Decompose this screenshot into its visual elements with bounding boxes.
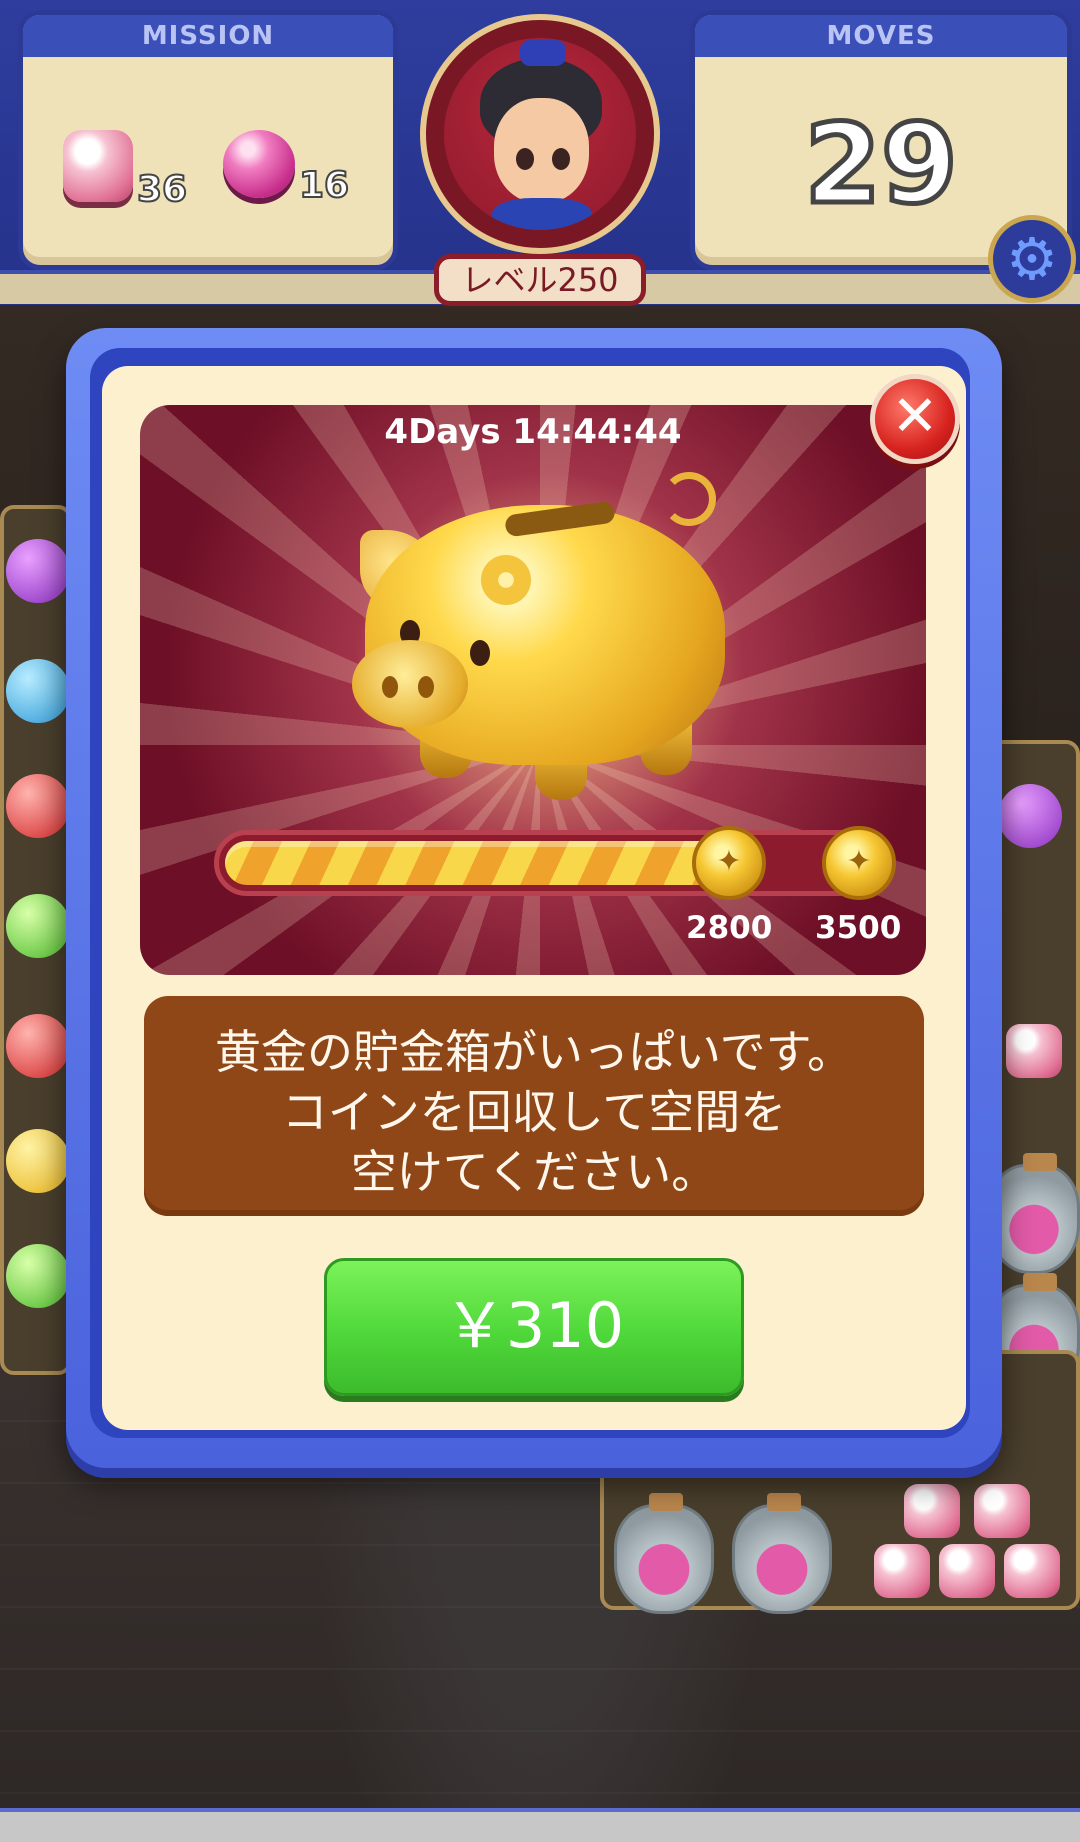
blue-candy-icon (6, 659, 70, 723)
mission-goal-marshmallow: 36 (63, 130, 188, 211)
yellow-candy-icon (6, 1129, 70, 1193)
grape-candy-icon (998, 784, 1062, 848)
moves-count: 29 (802, 98, 960, 231)
green-candy-icon (6, 894, 70, 958)
marshmallow-candy-icon (1004, 1544, 1060, 1598)
red-candy-icon (6, 1014, 70, 1078)
green-candy-icon (6, 1244, 70, 1308)
close-button[interactable]: ✕ (870, 374, 960, 464)
board-left-column (0, 505, 72, 1375)
candy-jar-icon (614, 1493, 714, 1614)
mission-label: MISSION (23, 15, 393, 57)
player-avatar (420, 14, 660, 254)
pig-nostril (382, 676, 398, 698)
avatar-bow (520, 40, 566, 66)
coin-icon: ✦ (822, 826, 896, 900)
marshmallow-candy-icon (63, 130, 133, 202)
marshmallow-candy-icon (1006, 1024, 1062, 1078)
message-line: 黄金の貯金箱がいっぱいです。 (214, 1025, 854, 1079)
flower-icon (476, 552, 536, 608)
avatar-portrait (444, 38, 636, 230)
mission-goal-lollipop: 16 (223, 130, 350, 207)
marshmallow-candy-icon (874, 1544, 930, 1598)
level-badge: レベル250 (434, 254, 646, 306)
grape-candy-icon (6, 539, 70, 603)
marshmallow-candy-icon (939, 1544, 995, 1598)
avatar-eye (552, 148, 570, 170)
mission-count: 36 (136, 168, 188, 211)
buy-button[interactable]: ￥310 (324, 1258, 744, 1396)
gear-icon[interactable]: ⚙ (988, 215, 1076, 303)
mission-panel: MISSION 36 16 (18, 10, 398, 270)
message-text: 黄金の貯金箱がいっぱいです。 コインを回収して空間を 空けてください。 (144, 1022, 924, 1202)
pig-tail (662, 472, 716, 526)
candy-jar-icon (732, 1493, 832, 1614)
marshmallow-candy-icon (974, 1484, 1030, 1538)
message-line: コインを回収して空間を (281, 1085, 787, 1139)
bottom-bar (0, 1808, 1080, 1842)
message-line: 空けてください。 (350, 1145, 718, 1199)
red-candy-icon (6, 774, 70, 838)
avatar-eye (516, 148, 534, 170)
mission-count: 16 (298, 164, 350, 207)
pig-nostril (418, 676, 434, 698)
piggy-progress-bar (214, 830, 882, 896)
milestone-label: 2800 (686, 910, 773, 946)
pig-snout (352, 640, 468, 728)
close-icon: ✕ (891, 384, 939, 449)
moves-label: MOVES (695, 15, 1067, 57)
lollipop-candy-icon (223, 130, 295, 198)
marshmallow-candy-icon (904, 1484, 960, 1538)
milestone-label: 3500 (815, 910, 902, 946)
progress-fill (225, 841, 722, 885)
pig-eye (470, 640, 490, 666)
coin-icon: ✦ (692, 826, 766, 900)
avatar-face (494, 98, 589, 203)
avatar-collar (492, 198, 592, 230)
offer-timer: 4Days 14:44:44 (384, 412, 682, 452)
